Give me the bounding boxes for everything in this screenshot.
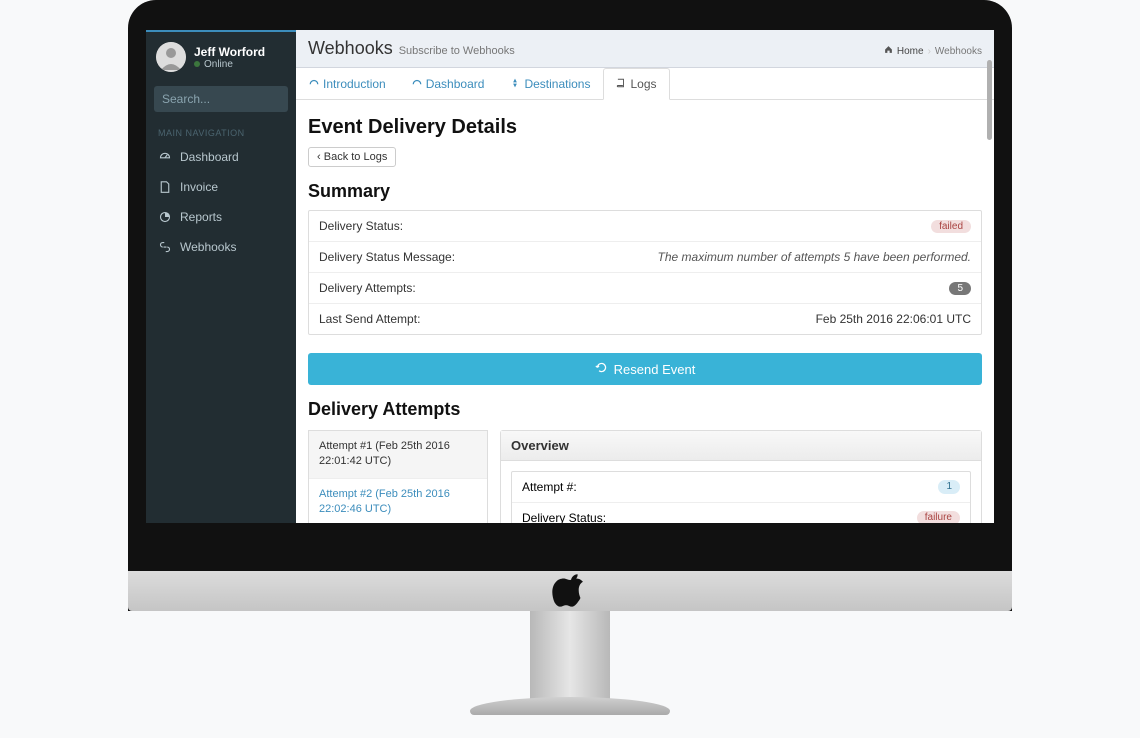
destination-icon [510, 77, 520, 91]
page-title: Webhooks [308, 38, 393, 59]
tabs: Introduction Dashboard Destinations Logs [296, 68, 994, 100]
page-subtitle: Subscribe to Webhooks [399, 45, 515, 57]
sidebar-item-dashboard[interactable]: Dashboard [146, 142, 296, 172]
sidebar-item-webhooks[interactable]: Webhooks [146, 232, 296, 262]
imac-chin [128, 571, 1012, 611]
tab-destinations[interactable]: Destinations [497, 68, 603, 99]
summary-label: Delivery Status Message: [319, 250, 455, 264]
book-icon [616, 77, 626, 91]
summary-row-message: Delivery Status Message: The maximum num… [309, 242, 981, 273]
avatar [156, 42, 186, 72]
sidebar-item-label: Webhooks [180, 240, 236, 254]
breadcrumb-home[interactable]: Home [897, 46, 924, 57]
overview-row-num: Attempt #: 1 [512, 472, 970, 503]
summary-row-attempts: Delivery Attempts: 5 [309, 273, 981, 304]
summary-row-last: Last Send Attempt: Feb 25th 2016 22:06:0… [309, 304, 981, 334]
user-status-text: Online [204, 59, 233, 70]
tachometer-icon [309, 77, 319, 91]
tab-label: Introduction [323, 77, 386, 91]
section-title: Event Delivery Details [308, 116, 982, 139]
attempts-wrap: Attempt #1 (Feb 25th 2016 22:01:42 UTC) … [308, 430, 982, 523]
summary-label: Delivery Attempts: [319, 281, 416, 295]
file-icon [158, 181, 172, 193]
main: Webhooks Subscribe to Webhooks Home › We… [296, 30, 994, 523]
tachometer-icon [412, 77, 422, 91]
screen: Jeff Worford Online MAIN NAVIGATION Dash… [146, 30, 994, 523]
sidebar-item-label: Dashboard [180, 150, 239, 164]
tab-label: Destinations [524, 77, 590, 91]
breadcrumb-sep: › [928, 46, 931, 57]
status-badge: failure [917, 511, 960, 523]
home-icon [884, 45, 893, 57]
dashboard-icon [158, 151, 172, 163]
overview-row-status: Delivery Status: failure [512, 503, 970, 523]
nav-header: MAIN NAVIGATION [146, 120, 296, 142]
tab-label: Logs [630, 77, 656, 91]
search-input[interactable] [162, 92, 317, 106]
overview-panel: Overview Attempt #: 1 Delivery Status: f… [500, 430, 982, 523]
stand-foot [470, 697, 670, 715]
imac-frame: Jeff Worford Online MAIN NAVIGATION Dash… [128, 0, 1012, 611]
user-status: Online [194, 59, 265, 70]
breadcrumb: Home › Webhooks [884, 45, 982, 57]
attempts-title: Delivery Attempts [308, 399, 982, 420]
stand-neck [530, 611, 610, 701]
tab-label: Dashboard [426, 77, 485, 91]
sidebar-item-label: Reports [180, 210, 222, 224]
sidebar-item-reports[interactable]: Reports [146, 202, 296, 232]
scrollbar-track[interactable] [984, 30, 994, 523]
attempt-item[interactable]: Attempt #2 (Feb 25th 2016 22:02:46 UTC) [309, 479, 487, 523]
sidebar-item-invoice[interactable]: Invoice [146, 172, 296, 202]
user-block: Jeff Worford Online [146, 32, 296, 82]
back-to-logs-button[interactable]: ‹ Back to Logs [308, 147, 396, 167]
summary-title: Summary [308, 181, 982, 202]
scrollbar-thumb[interactable] [987, 60, 992, 140]
attempts-list: Attempt #1 (Feb 25th 2016 22:01:42 UTC) … [308, 430, 488, 523]
sidebar: Jeff Worford Online MAIN NAVIGATION Dash… [146, 30, 296, 523]
overview-label: Attempt #: [522, 480, 577, 494]
breadcrumb-current: Webhooks [935, 46, 982, 57]
summary-label: Delivery Status: [319, 219, 403, 233]
overview-body: Attempt #: 1 Delivery Status: failure [501, 461, 981, 523]
overview-title: Overview [501, 431, 981, 461]
resend-event-button[interactable]: Resend Event [308, 353, 982, 385]
attempt-item[interactable]: Attempt #1 (Feb 25th 2016 22:01:42 UTC) [309, 431, 487, 479]
tab-dashboard[interactable]: Dashboard [399, 68, 498, 99]
refresh-icon [595, 361, 608, 377]
apple-logo-icon [552, 571, 588, 612]
sidebar-item-label: Invoice [180, 180, 218, 194]
attempts-count-badge: 5 [949, 282, 971, 295]
summary-value: Feb 25th 2016 22:06:01 UTC [816, 312, 971, 326]
overview-label: Delivery Status: [522, 511, 606, 523]
attempt-num-badge: 1 [938, 480, 960, 494]
link-icon [158, 241, 172, 253]
overview-table: Attempt #: 1 Delivery Status: failure [511, 471, 971, 523]
resend-label: Resend Event [614, 362, 696, 377]
chevron-left-icon: ‹ [317, 151, 321, 163]
page-header: Webhooks Subscribe to Webhooks Home › We… [296, 30, 994, 68]
search-box[interactable] [154, 86, 288, 112]
pie-icon [158, 211, 172, 223]
content: Event Delivery Details ‹ Back to Logs Su… [296, 100, 994, 523]
back-label: Back to Logs [324, 151, 388, 163]
imac-stand [470, 611, 670, 715]
tab-introduction[interactable]: Introduction [296, 68, 399, 99]
status-badge: failed [931, 220, 971, 233]
user-name: Jeff Worford [194, 45, 265, 59]
summary-label: Last Send Attempt: [319, 312, 420, 326]
tab-logs[interactable]: Logs [603, 68, 669, 100]
summary-row-status: Delivery Status: failed [309, 211, 981, 242]
summary-value: The maximum number of attempts 5 have be… [658, 250, 971, 264]
status-dot-icon [194, 61, 200, 67]
summary-table: Delivery Status: failed Delivery Status … [308, 210, 982, 335]
